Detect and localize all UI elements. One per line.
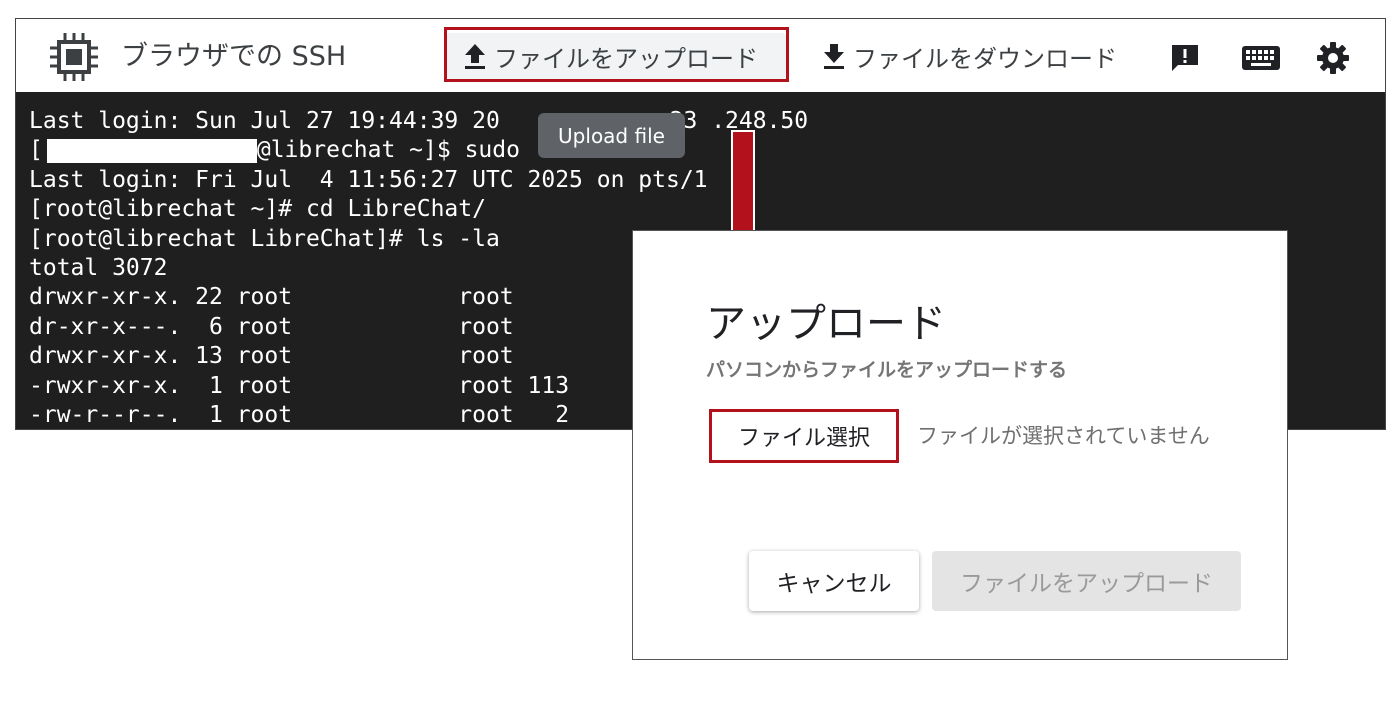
settings-button[interactable] [1316, 41, 1350, 75]
download-icon [824, 44, 844, 69]
upload-button-highlight [444, 27, 789, 82]
feedback-button[interactable] [1168, 41, 1202, 75]
terminal-line: Last login: Sun Jul 27 19:44:39 20.23 .2… [29, 108, 809, 134]
terminal-line: Last login: Fri Jul 4 11:56:27 UTC 2025 … [29, 166, 708, 193]
terminal-line: [@librechat ~]$ sudo [29, 137, 520, 164]
upload-dialog: アップロード パソコンからファイルをアップロードする ファイル選択 ファイルが選… [632, 230, 1288, 660]
file-select-button[interactable]: ファイル選択 [709, 409, 899, 463]
download-file-button[interactable]: ファイルをダウンロード [821, 33, 1117, 79]
keyboard-icon [1242, 46, 1280, 70]
upload-submit-button[interactable]: ファイルをアップロード [932, 551, 1241, 611]
app-title: ブラウザでの SSH [121, 41, 347, 72]
gear-icon [1317, 42, 1349, 74]
dialog-subtitle: パソコンからファイルをアップロードする [706, 359, 1068, 381]
download-file-label: ファイルをダウンロード [853, 44, 1117, 73]
redacted-username [46, 138, 257, 163]
upload-tooltip: Upload file [538, 113, 685, 158]
dialog-title: アップロード [706, 301, 946, 347]
cancel-button[interactable]: キャンセル [749, 551, 919, 611]
no-file-selected-text: ファイルが選択されていません [917, 424, 1210, 448]
keyboard-button[interactable] [1240, 41, 1282, 75]
terminal-line: [root@librechat ~]# cd LibreChat/ [29, 196, 486, 223]
annotation-arrow [731, 130, 755, 234]
chip-icon [50, 33, 98, 81]
feedback-icon [1172, 45, 1198, 71]
